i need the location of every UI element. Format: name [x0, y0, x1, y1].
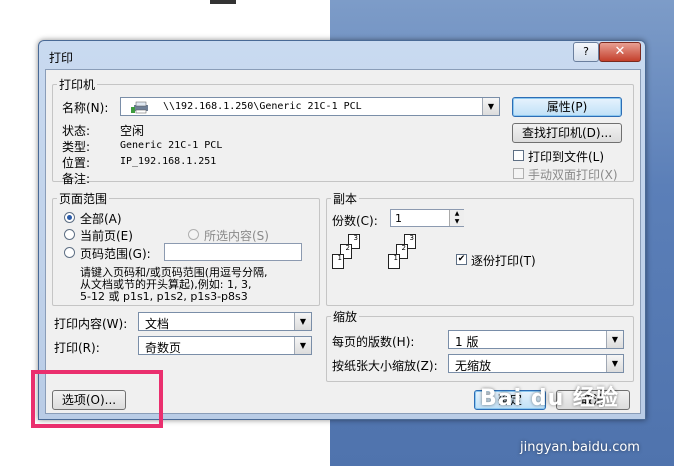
copies-legend: 副本	[333, 192, 358, 206]
range-selection-radio[interactable]	[188, 229, 199, 240]
page-number: 3	[353, 234, 358, 242]
dialog-client-area: 打印机 名称(N): \\192.168.1.250\Generic 21C-1…	[45, 69, 641, 414]
page-range-hint-3: 5-12 或 p1s1, p1s2, p1s3-p8s3	[80, 290, 248, 303]
range-current-radio[interactable]	[64, 229, 75, 240]
print-pages-value: 奇数页	[145, 341, 182, 355]
page-range-legend: 页面范围	[59, 192, 108, 206]
help-button[interactable]: ?	[573, 42, 599, 62]
dialog-title: 打印	[49, 51, 74, 65]
where-value: IP_192.168.1.251	[120, 156, 217, 167]
copies-count-value: 1	[395, 212, 402, 225]
range-all-radio[interactable]	[64, 212, 75, 223]
page-number: 1	[337, 254, 342, 262]
collate-label: 逐份打印(T)	[471, 254, 536, 268]
chevron-down-icon[interactable]: ▼	[482, 98, 499, 115]
status-label: 状态:	[62, 124, 91, 138]
printer-icon	[131, 101, 151, 114]
where-label: 位置:	[62, 156, 91, 170]
comment-label: 备注:	[62, 172, 91, 186]
chevron-down-icon[interactable]: ▼	[294, 337, 311, 354]
chevron-down-icon[interactable]: ▼	[294, 313, 311, 330]
collated-pages-icon: 3 2 1	[388, 234, 424, 284]
watermark-brand: Bai du 经验	[480, 386, 619, 411]
spin-down-icon[interactable]: ▼	[449, 218, 464, 226]
properties-button[interactable]: 属性(P)	[512, 97, 622, 117]
printer-name-label: 名称(N):	[62, 101, 109, 115]
page-number: 3	[409, 234, 414, 242]
pages-per-sheet-value: 1 版	[455, 335, 479, 349]
scale-select[interactable]: 无缩放 ▼	[448, 354, 624, 373]
manual-duplex-checkbox[interactable]	[513, 168, 524, 179]
scale-label: 按纸张大小缩放(Z):	[332, 359, 438, 373]
print-pages-select[interactable]: 奇数页 ▼	[138, 336, 312, 355]
print-what-value: 文档	[145, 317, 170, 331]
chevron-down-icon[interactable]: ▼	[606, 331, 623, 348]
printer-name-value: \\192.168.1.250\Generic 21C-1 PCL	[163, 101, 362, 112]
range-current-label: 当前页(E)	[80, 229, 133, 243]
title-bar[interactable]: 打印 ? ✕	[39, 41, 645, 69]
print-pages-label: 打印(R):	[54, 341, 100, 355]
find-printer-button[interactable]: 查找打印机(D)...	[512, 123, 622, 143]
collate-checkbox[interactable]: ✔	[456, 254, 467, 265]
print-to-file-label: 打印到文件(L)	[528, 150, 605, 164]
pages-per-sheet-label: 每页的版数(H):	[332, 335, 415, 349]
print-what-label: 打印内容(W):	[54, 317, 128, 331]
page-number: 2	[345, 244, 350, 252]
print-to-file-checkbox[interactable]	[513, 150, 524, 161]
copies-count-input[interactable]: 1 ▲ ▼	[390, 209, 464, 227]
watermark-url: jingyan.baidu.com	[520, 440, 640, 455]
scale-value: 无缩放	[455, 359, 492, 373]
type-label: 类型:	[62, 140, 91, 154]
close-button[interactable]: ✕	[599, 42, 641, 62]
uncollated-pages-icon: 3 2 1	[332, 234, 368, 284]
copies-group: 副本	[326, 190, 634, 306]
watermark-logo: Bai du 经验	[480, 380, 619, 412]
printer-name-select[interactable]: \\192.168.1.250\Generic 21C-1 PCL ▼	[120, 97, 500, 116]
document-edge	[210, 0, 236, 4]
copies-count-label: 份数(C):	[332, 214, 378, 228]
range-pages-label: 页码范围(G):	[80, 247, 151, 261]
printer-legend: 打印机	[59, 78, 96, 92]
spin-up-icon[interactable]: ▲	[449, 210, 464, 218]
range-pages-radio[interactable]	[64, 247, 75, 258]
print-dialog: 打印 ? ✕ 打印机 名称(N): \\192.168.1.250\Generi…	[38, 40, 646, 420]
print-what-select[interactable]: 文档 ▼	[138, 312, 312, 331]
page-number: 2	[401, 244, 406, 252]
status-value: 空闲	[120, 124, 145, 138]
page-number: 1	[393, 254, 398, 262]
range-all-label: 全部(A)	[80, 212, 122, 226]
range-selection-label: 所选内容(S)	[204, 229, 269, 243]
chevron-down-icon[interactable]: ▼	[606, 355, 623, 372]
type-value: Generic 21C-1 PCL	[120, 140, 223, 151]
options-highlight-box	[31, 370, 163, 428]
pages-per-sheet-select[interactable]: 1 版 ▼	[448, 330, 624, 349]
zoom-legend: 缩放	[333, 310, 358, 324]
page-range-input[interactable]	[164, 243, 302, 261]
manual-duplex-label: 手动双面打印(X)	[528, 168, 618, 182]
